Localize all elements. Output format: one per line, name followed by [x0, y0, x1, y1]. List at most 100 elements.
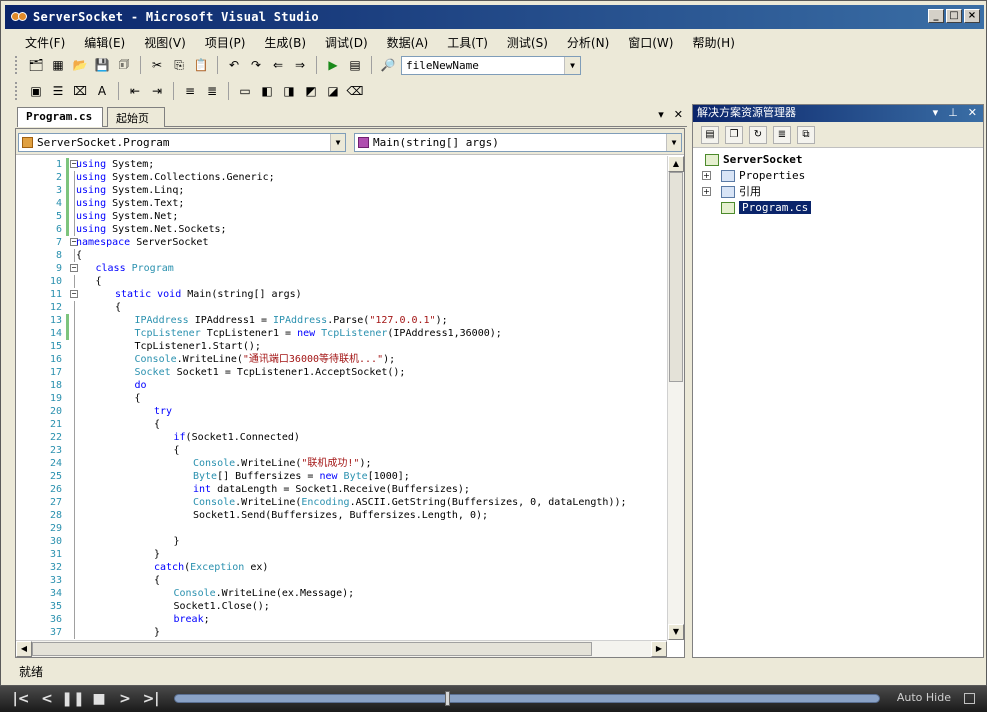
code-line[interactable]: 12 { [16, 301, 667, 314]
code-line[interactable]: 23 { [16, 444, 667, 457]
word-complete-icon[interactable]: A [93, 82, 111, 100]
step-back-icon[interactable]: < [34, 691, 60, 707]
code-line[interactable]: 8{ [16, 249, 667, 262]
code-line[interactable]: 21 { [16, 418, 667, 431]
tree-node-program-cs[interactable]: Program.cs [721, 200, 812, 216]
code-line[interactable]: 14 TcpListener TcpListener1 = new TcpList… [16, 327, 667, 340]
maximize-button[interactable]: □ [946, 9, 962, 23]
code-line[interactable]: 24 Console.WriteLine("联机成功!"); [16, 457, 667, 470]
menu-item[interactable]: 工具(T) [435, 34, 495, 51]
seek-bar[interactable] [174, 691, 880, 706]
code-line[interactable]: 7− namespace ServerSocket [16, 236, 667, 249]
pause-icon[interactable]: ❚❚ [60, 691, 86, 707]
step-forward-icon[interactable]: > [112, 691, 138, 707]
code-line[interactable]: 18 do [16, 379, 667, 392]
bookmark-next-folder-icon[interactable]: ◪ [324, 82, 342, 100]
cut-icon[interactable]: ✂ [148, 56, 166, 74]
code-line[interactable]: 15 TcpListener1.Start(); [16, 340, 667, 353]
decrease-indent-icon[interactable]: ⇤ [126, 82, 144, 100]
menu-item[interactable]: 视图(V) [132, 34, 193, 51]
bookmark-toggle-icon[interactable]: ▭ [236, 82, 254, 100]
chevron-down-icon[interactable]: ▼ [564, 56, 580, 74]
code-line[interactable]: 16 Console.WriteLine("通讯端口36000等待联机..."); [16, 353, 667, 366]
chevron-down-icon[interactable]: ▼ [666, 134, 681, 151]
uncomment-icon[interactable]: ≣ [203, 82, 221, 100]
tree-node-references[interactable]: 引用 [721, 184, 761, 200]
menu-item[interactable]: 项目(P) [193, 34, 253, 51]
toolbar-grip[interactable] [15, 82, 19, 100]
refresh-icon[interactable]: ↻ [749, 125, 767, 144]
code-line[interactable]: 32 catch(Exception ex) [16, 561, 667, 574]
code-line[interactable]: 9− class Program [16, 262, 667, 275]
code-line[interactable]: 10 { [16, 275, 667, 288]
code-line[interactable]: 33 { [16, 574, 667, 587]
menu-item[interactable]: 窗口(W) [616, 34, 680, 51]
code-line[interactable]: 19 { [16, 392, 667, 405]
copy-icon[interactable]: ⎘ [170, 56, 188, 74]
close-panel-icon[interactable]: ✕ [968, 105, 977, 121]
code-line[interactable]: 4 using System.Text; [16, 197, 667, 210]
comment-icon[interactable]: ≡ [181, 82, 199, 100]
pin-icon[interactable]: ⊥ [948, 105, 958, 121]
object-browser-icon[interactable]: ▣ [27, 82, 45, 100]
menu-item[interactable]: 文件(F) [13, 34, 72, 51]
code-line[interactable]: 29 [16, 522, 667, 535]
close-document-icon[interactable]: ✕ [674, 108, 683, 121]
code-line[interactable]: 5 using System.Net; [16, 210, 667, 223]
skip-to-end-icon[interactable]: >| [138, 691, 164, 707]
bookmark-prev-icon[interactable]: ◧ [258, 82, 276, 100]
code-line[interactable]: 30} [16, 535, 667, 548]
code-line[interactable]: 37} [16, 626, 667, 639]
class-dropdown[interactable]: ServerSocket.Program ▼ [18, 133, 346, 152]
menu-item[interactable]: 编辑(E) [72, 34, 132, 51]
code-line[interactable]: 6 using System.Net.Sockets; [16, 223, 667, 236]
code-line[interactable]: 25 Byte[] Buffersizes = new Byte[1000]; [16, 470, 667, 483]
stop-icon[interactable]: ■ [86, 691, 112, 707]
member-dropdown[interactable]: Main(string[] args) ▼ [354, 133, 682, 152]
bookmark-prev-folder-icon[interactable]: ◩ [302, 82, 320, 100]
skip-to-start-icon[interactable]: |< [8, 691, 34, 707]
show-all-files-icon[interactable]: ❐ [725, 125, 743, 144]
code-line[interactable]: 2 using System.Collections.Generic; [16, 171, 667, 184]
solution-config-icon[interactable]: ▤ [346, 56, 364, 74]
toolbar-grip[interactable] [15, 56, 19, 74]
find-combo[interactable]: fileNewName ▼ [401, 55, 581, 75]
code-line[interactable]: 31} [16, 548, 667, 561]
menu-item[interactable]: 生成(B) [252, 34, 313, 51]
horizontal-scrollbar[interactable]: ◀ ▶ [16, 640, 667, 657]
code-line[interactable]: 36 break; [16, 613, 667, 626]
save-icon[interactable]: 💾 [93, 56, 111, 74]
bookmark-clear-icon[interactable]: ⌫ [346, 82, 364, 100]
code-line[interactable]: 1− using System; [16, 158, 667, 171]
navigate-back-icon[interactable]: ⇐ [269, 56, 287, 74]
menu-item[interactable]: 数据(A) [375, 34, 436, 51]
menu-item[interactable]: 分析(N) [555, 34, 616, 51]
scroll-right-icon[interactable]: ▶ [651, 641, 667, 657]
redo-icon[interactable]: ↷ [247, 56, 265, 74]
view-code-icon[interactable]: ≣ [773, 125, 791, 144]
increase-indent-icon[interactable]: ⇥ [148, 82, 166, 100]
scroll-up-icon[interactable]: ▲ [668, 156, 684, 172]
minimize-button[interactable]: _ [928, 9, 944, 23]
scroll-down-icon[interactable]: ▼ [668, 624, 684, 640]
expand-icon[interactable]: + [702, 187, 711, 196]
open-folder-icon[interactable]: 📂 [71, 56, 89, 74]
seek-handle[interactable] [445, 691, 450, 706]
tab-program-cs[interactable]: Program.cs [17, 107, 103, 127]
undo-icon[interactable]: ↶ [225, 56, 243, 74]
new-project-icon[interactable]: 🗂 [27, 56, 45, 74]
find-in-files-icon[interactable]: 🔎 [379, 56, 397, 74]
panel-dropdown-icon[interactable]: ▾ [933, 105, 939, 121]
add-item-icon[interactable]: ▦ [49, 56, 67, 74]
tab-list-dropdown-icon[interactable]: ▾ [658, 108, 664, 121]
tree-node-properties[interactable]: Properties [721, 168, 805, 184]
member-list-icon[interactable]: ☰ [49, 82, 67, 100]
code-line[interactable]: 27 Console.WriteLine(Encoding.ASCII.GetSt… [16, 496, 667, 509]
scroll-left-icon[interactable]: ◀ [16, 641, 32, 657]
code-line[interactable]: 11− static void Main(string[] args) [16, 288, 667, 301]
tree-node-project[interactable]: ServerSocket [705, 152, 802, 168]
scroll-thumb[interactable] [32, 642, 592, 656]
menu-item[interactable]: 调试(D) [313, 34, 375, 51]
code-text-area[interactable]: 1− using System; 2 using System.Collections… [16, 156, 667, 640]
navigate-forward-icon[interactable]: ⇒ [291, 56, 309, 74]
